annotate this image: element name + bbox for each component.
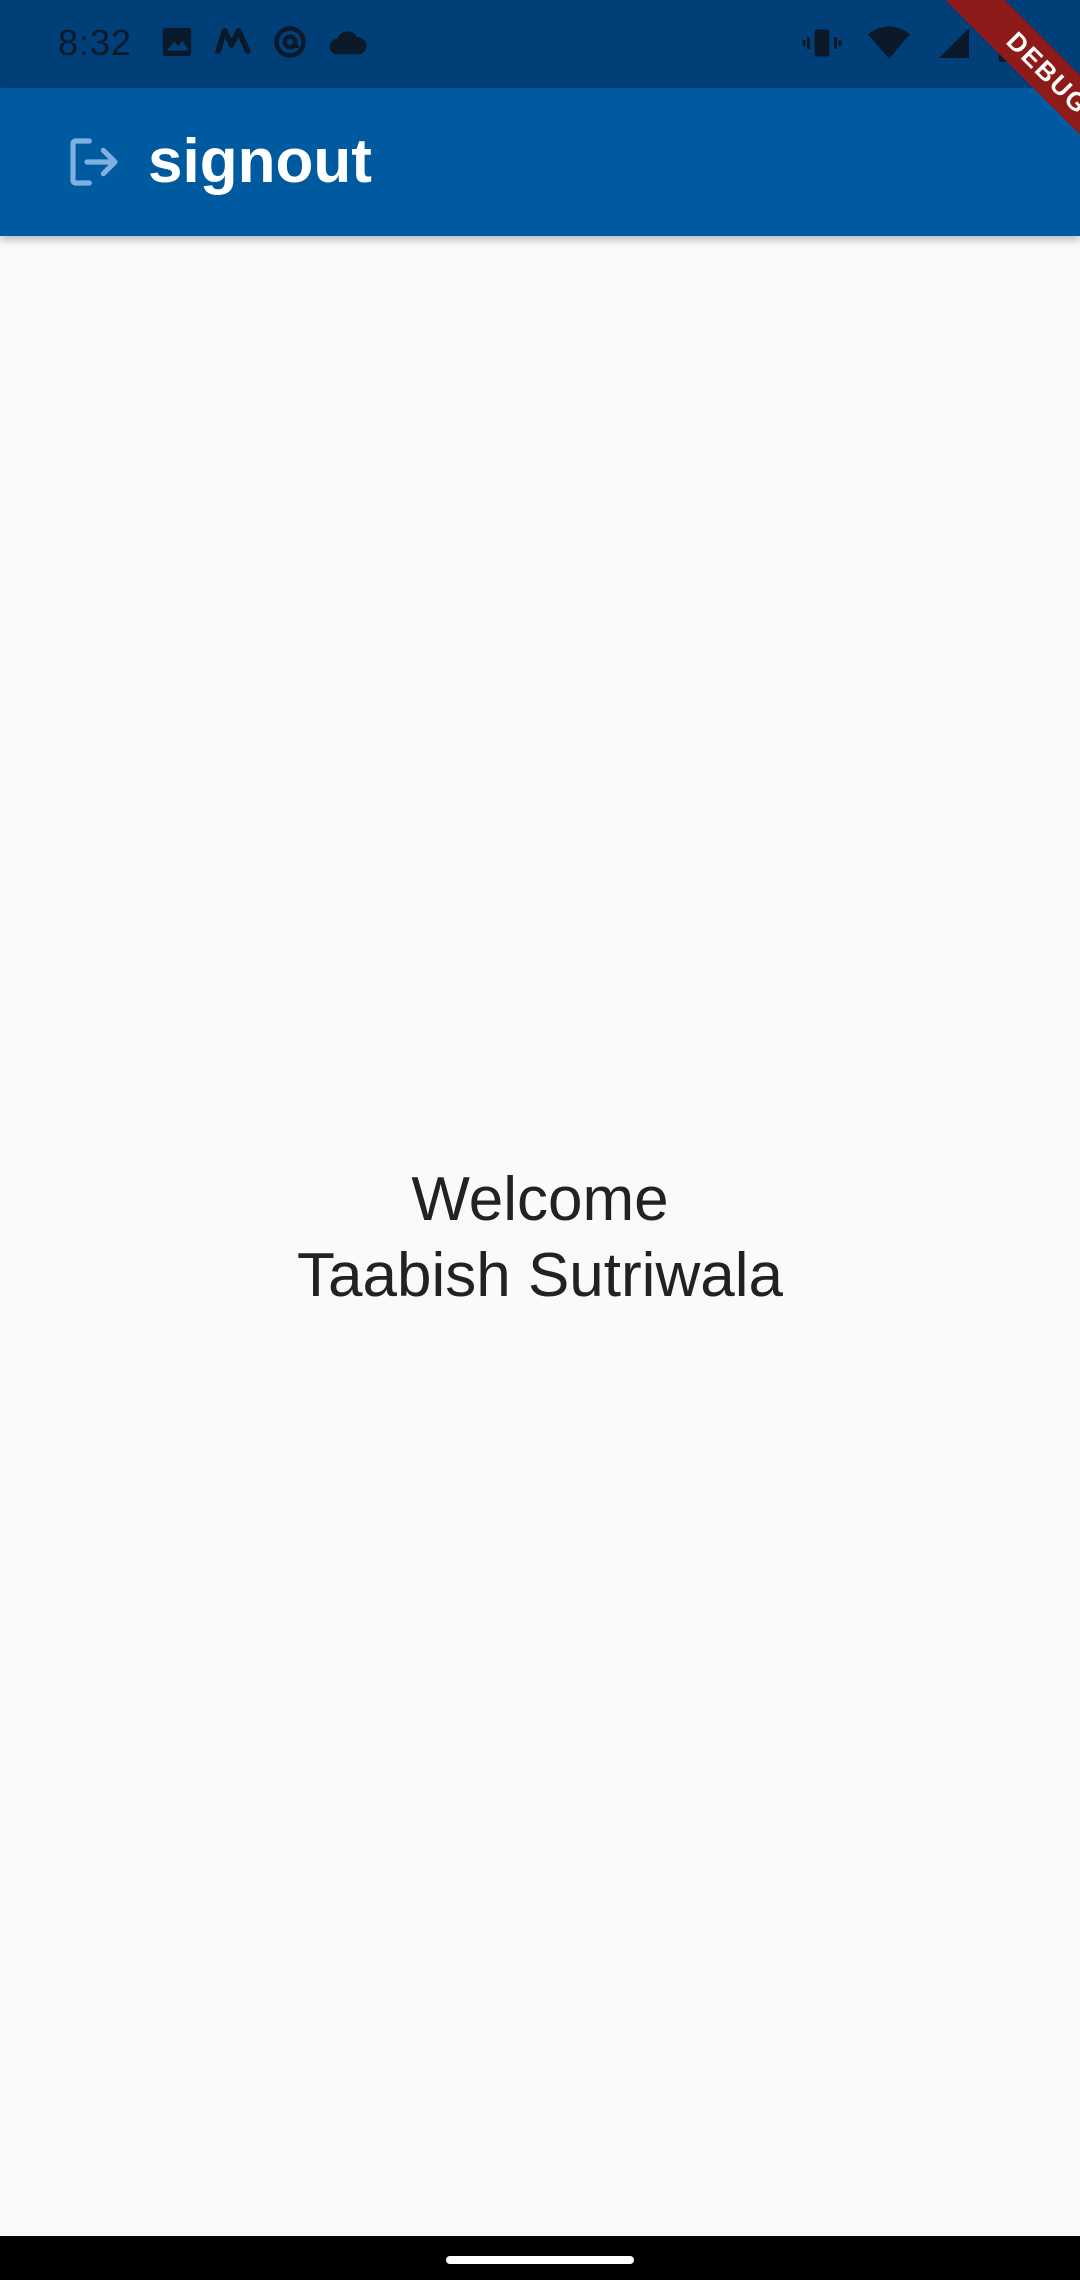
status-icons-left — [160, 24, 368, 60]
at-sign-icon — [272, 24, 308, 60]
wifi-icon — [868, 25, 910, 61]
cloud-icon — [328, 27, 368, 57]
app-title: signout — [148, 127, 372, 196]
welcome-message: Welcome Taabish Sutriwala — [0, 1162, 1080, 1314]
home-gesture-pill[interactable] — [446, 2256, 634, 2264]
status-time: 8:32 — [58, 22, 133, 63]
signout-icon[interactable] — [66, 134, 122, 190]
vibrate-icon — [802, 25, 842, 61]
main-content: Welcome Taabish Sutriwala — [0, 236, 1080, 2236]
signal-icon — [936, 25, 972, 61]
image-icon — [160, 25, 194, 59]
app-bar: signout — [0, 88, 1080, 236]
m-app-icon — [214, 25, 252, 59]
welcome-line-1: Welcome — [411, 1165, 669, 1234]
navigation-bar — [0, 2236, 1080, 2280]
status-bar: 8:32 — [0, 0, 1080, 88]
welcome-line-2: Taabish Sutriwala — [297, 1241, 783, 1310]
battery-icon — [998, 24, 1020, 62]
status-icons-right — [802, 24, 1020, 62]
